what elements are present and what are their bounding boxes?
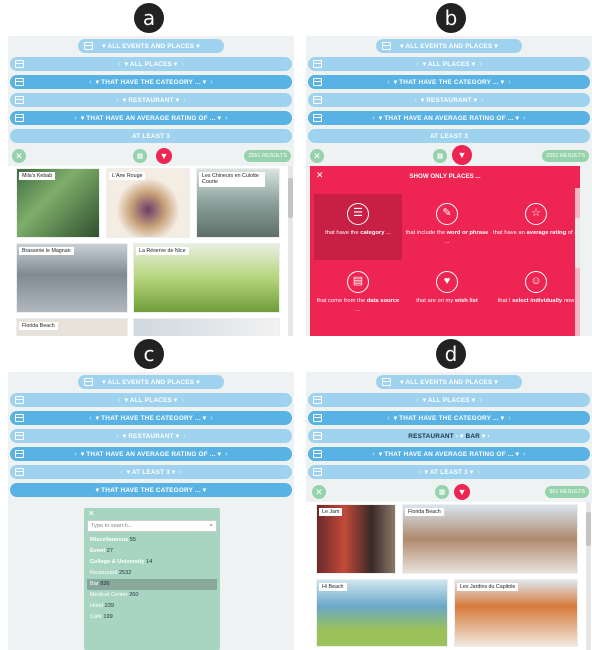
filter-atleast[interactable]: ‹ ▾ AT LEAST 3 ▾ › xyxy=(10,465,292,479)
filter-category[interactable]: ‹ ▾ THAT HAVE THE CATEGORY ... ▾ › xyxy=(10,411,292,425)
filter-all-events[interactable]: ▾ ALL EVENTS AND PLACES ▾ xyxy=(78,375,224,389)
star-icon: ☆ xyxy=(525,203,547,225)
panel-d: ▾ ALL EVENTS AND PLACES ▾ ‹ ▾ ALL PLACES … xyxy=(306,372,592,650)
filter-all-places[interactable]: ‹ ▾ ALL PLACES ▾ › xyxy=(308,57,590,71)
filter-restaurant[interactable]: ‹ ▾ RESTAURANT ▾ › xyxy=(10,429,292,443)
list-item-selected[interactable]: Bar 836 xyxy=(87,579,217,590)
panel-b: ▾ ALL EVENTS AND PLACES ▾ ‹ ▾ ALL PLACES … xyxy=(306,36,592,336)
filter-restaurant-bar[interactable]: RESTAURANT ‹ ▾ BAR ▾ › xyxy=(308,429,590,443)
list-item[interactable]: Medical Center 260 xyxy=(87,590,217,601)
list-item[interactable]: Event 27 xyxy=(87,546,217,557)
search-input[interactable]: Type to search... ⌕ xyxy=(87,520,217,532)
results-count: 2551 RESULTS xyxy=(244,150,291,162)
filter-category-new[interactable]: ▾ THAT HAVE THE CATEGORY ... ▾ xyxy=(10,483,292,497)
photo-grid: Le Jam Florida Beach Hi Beach Les Jardin… xyxy=(306,502,592,650)
filter-all-events[interactable]: ▾ ALL EVENTS AND PLACES ▾ xyxy=(78,39,224,53)
label-c: c xyxy=(134,339,164,369)
list-item[interactable]: College & University 14 xyxy=(87,557,217,568)
filter-all-places[interactable]: ‹ ▾ ALL PLACES ▾ › xyxy=(10,393,292,407)
filter-atleast[interactable]: AT LEAST 3 xyxy=(308,129,590,143)
filter-rating[interactable]: ‹ ▾ THAT HAVE AN AVERAGE RATING OF ... ▾ › xyxy=(10,111,292,125)
label-d: d xyxy=(436,339,466,369)
list-item[interactable]: Café 199 xyxy=(87,612,217,623)
option-category[interactable]: ☰ that have the category ... xyxy=(314,194,402,260)
search-icon: ⌕ xyxy=(209,522,213,529)
scrollbar[interactable] xyxy=(586,502,591,650)
place-card[interactable]: Les Chineurs en Culotte Courte xyxy=(196,168,280,238)
place-card[interactable]: Hi Beach xyxy=(316,579,448,647)
filter-all-places[interactable]: ‹ ▾ ALL PLACES ▾ › xyxy=(308,393,590,407)
label-b: b xyxy=(436,3,466,33)
person-icon: ☺ xyxy=(525,271,547,293)
filter-atleast[interactable]: AT LEAST 3 xyxy=(10,129,292,143)
clear-icon[interactable]: ✕ xyxy=(310,149,324,163)
results-count: 961 RESULTS xyxy=(545,486,589,498)
panel-c: ▾ ALL EVENTS AND PLACES ▾ ‹ ▾ ALL PLACES … xyxy=(8,372,294,650)
results-count: 2551 RESULTS xyxy=(542,150,589,162)
list-icon: ☰ xyxy=(347,203,369,225)
place-card[interactable]: Le Jam xyxy=(316,504,396,574)
place-card[interactable]: Florida Beach xyxy=(402,504,578,574)
list-item[interactable]: Hotel 239 xyxy=(87,601,217,612)
place-card[interactable]: L'Ane Rouge xyxy=(106,168,190,238)
popup-title: SHOW ONLY PLACES ... xyxy=(409,173,481,180)
filter-popup: ✕ SHOW ONLY PLACES ... ☰ that have the ca… xyxy=(310,166,580,336)
option-datasource[interactable]: ▤ that come from the data source ... xyxy=(314,262,402,328)
clear-icon[interactable]: ✕ xyxy=(312,485,326,499)
option-rating[interactable]: ☆ that have an average rating of ... xyxy=(492,194,580,260)
heart-icon: ♥ xyxy=(436,271,458,293)
option-select[interactable]: ☺ that I select individually now xyxy=(492,262,580,328)
clear-icon[interactable]: ✕ xyxy=(12,149,26,163)
place-card[interactable] xyxy=(133,318,280,336)
place-card[interactable]: La Réserve de Nice xyxy=(133,243,280,313)
scrollbar[interactable] xyxy=(575,188,580,336)
filter-rating[interactable]: ‹ ▾ THAT HAVE AN AVERAGE RATING OF ... ▾ › xyxy=(10,447,292,461)
place-card[interactable]: Florida Beach xyxy=(16,318,128,336)
filter-icon[interactable]: ▼ xyxy=(452,145,472,165)
filter-icon[interactable]: ▼ xyxy=(454,484,470,500)
filter-all-events[interactable]: ▾ ALL EVENTS AND PLACES ▾ xyxy=(376,375,522,389)
filter-category[interactable]: ‹ ▾ THAT HAVE THE CATEGORY ... ▾ › xyxy=(308,411,590,425)
place-card[interactable]: Les Jardins du Capitole xyxy=(454,579,578,647)
pencil-icon: ✎ xyxy=(436,203,458,225)
map-icon[interactable]: ▦ xyxy=(433,149,447,163)
place-card[interactable]: Mila's Kebab xyxy=(16,168,100,238)
map-icon[interactable]: ▦ xyxy=(435,485,449,499)
close-icon[interactable]: ✕ xyxy=(88,509,95,518)
filter-atleast[interactable]: ‹ ▾ AT LEAST 3 ▾ › xyxy=(308,465,590,479)
list-item[interactable]: Restaurant 2532 xyxy=(87,568,217,579)
map-icon[interactable]: ▦ xyxy=(133,149,147,163)
filter-all-events[interactable]: ▾ ALL EVENTS AND PLACES ▾ xyxy=(376,39,522,53)
option-wishlist[interactable]: ♥ that are on my wish list xyxy=(403,262,491,328)
panel-a: ▾ ALL EVENTS AND PLACES ▾ ‹ ▾ ALL PLACES … xyxy=(8,36,294,336)
filter-all-places[interactable]: ‹ ▾ ALL PLACES ▾ › xyxy=(10,57,292,71)
photo-grid: Mila's Kebab L'Ane Rouge Les Chineurs en… xyxy=(8,166,294,336)
filter-category[interactable]: ‹ ▾ THAT HAVE THE CATEGORY ... ▾ › xyxy=(10,75,292,89)
filter-icon[interactable]: ▼ xyxy=(156,148,172,164)
place-card[interactable]: Brasserie le Magnan xyxy=(16,243,128,313)
filter-rating[interactable]: ‹ ▾ THAT HAVE AN AVERAGE RATING OF ... ▾ › xyxy=(308,447,590,461)
scrollbar[interactable] xyxy=(288,166,293,336)
option-word[interactable]: ✎ that include the word or phrase ... xyxy=(403,194,491,260)
database-icon: ▤ xyxy=(347,271,369,293)
filter-rating[interactable]: ‹ ▾ THAT HAVE AN AVERAGE RATING OF ... ▾ › xyxy=(308,111,590,125)
filter-category[interactable]: ‹ ▾ THAT HAVE THE CATEGORY ... ▾ › xyxy=(308,75,590,89)
filter-restaurant[interactable]: ‹ ▾ RESTAURANT ▾ › xyxy=(308,93,590,107)
list-item[interactable]: Miscellaneous 55 xyxy=(87,535,217,546)
label-a: a xyxy=(134,3,164,33)
filter-restaurant[interactable]: ‹ ▾ RESTAURANT ▾ › xyxy=(10,93,292,107)
category-dropdown: ✕ Type to search... ⌕ Miscellaneous 55 Ev… xyxy=(84,508,220,650)
